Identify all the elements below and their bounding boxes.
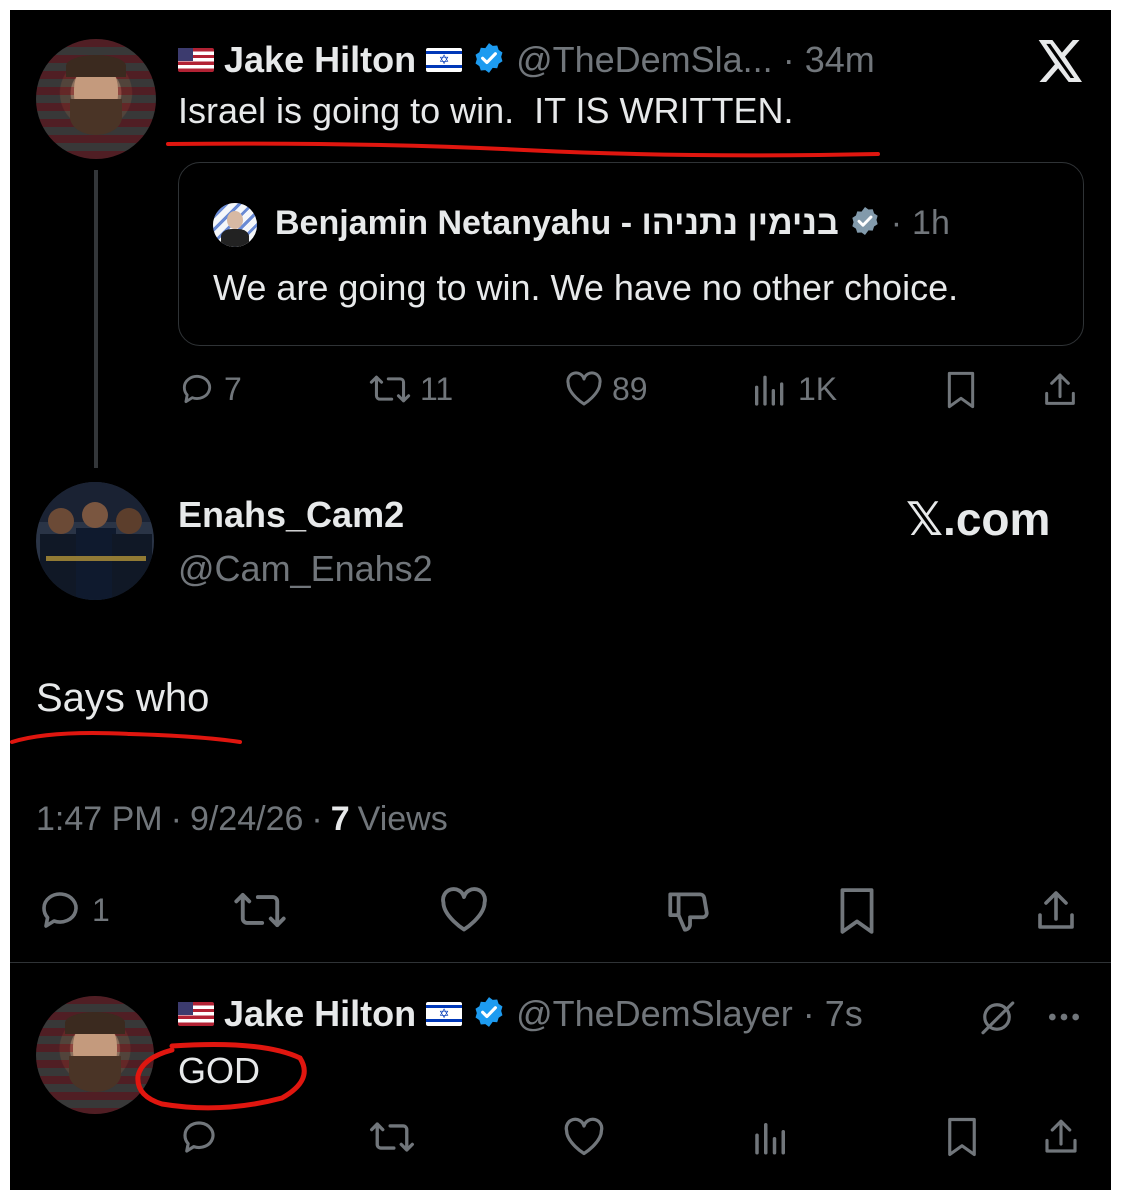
avatar-jake-hilton[interactable] <box>36 39 156 159</box>
red-underline-annotation <box>10 731 242 744</box>
israel-flag-icon <box>426 48 463 72</box>
reply-time[interactable]: 7s <box>825 993 863 1035</box>
separator-dot: · <box>311 800 323 838</box>
reply-header: Jake Hilton @TheDemSlayer · 7s <box>178 992 863 1036</box>
reply-reply-button[interactable] <box>178 1116 220 1158</box>
main-dislike-button[interactable] <box>664 886 714 936</box>
more-icon[interactable] <box>1044 1002 1084 1037</box>
main-views-label: Views <box>357 800 448 838</box>
x-logo-icon[interactable] <box>1038 40 1084 87</box>
main-bookmark-button[interactable] <box>836 886 878 936</box>
repost-icon <box>232 886 288 934</box>
author-name[interactable]: Jake Hilton <box>224 39 416 81</box>
xcom-brand-watermark: 𝕏.com <box>906 493 1051 545</box>
quote-text: We are going to win. We have no other ch… <box>213 267 959 308</box>
divider <box>10 962 1111 963</box>
like-icon <box>562 1116 606 1158</box>
author-handle[interactable]: @TheDemSla... <box>516 39 773 81</box>
reply-count: 7 <box>224 370 242 407</box>
main-tweet-time[interactable]: 1:47 PM <box>36 800 163 839</box>
reply-repost-button[interactable] <box>368 1116 416 1158</box>
screenshot-frame: Jake Hilton @TheDemSla... · 34m Israel i… <box>10 10 1111 1190</box>
quote-time[interactable]: 1h <box>912 204 950 243</box>
like-button[interactable]: 89 <box>564 370 648 408</box>
red-underline-annotation <box>166 141 880 158</box>
bookmark-icon <box>836 886 878 936</box>
separator-dot: · <box>890 203 903 242</box>
reply-icon <box>178 370 216 408</box>
avatar-netanyahu <box>213 203 257 247</box>
views-count: 1K <box>798 370 838 407</box>
main-share-button[interactable] <box>1032 886 1080 936</box>
reply-share-button[interactable] <box>1040 1116 1082 1158</box>
separator-dot: · <box>170 800 182 838</box>
bookmark-icon <box>944 370 978 410</box>
like-icon <box>438 886 490 934</box>
share-icon <box>1040 370 1080 410</box>
tweet1-header: Jake Hilton @TheDemSla... · 34m <box>178 38 875 82</box>
main-tweet-text: Says who <box>36 676 210 720</box>
main-reply-button[interactable]: 1 <box>36 886 110 934</box>
reply-author-name[interactable]: Jake Hilton <box>224 993 416 1035</box>
reply-icon <box>36 886 84 934</box>
tweet-time[interactable]: 34m <box>805 39 875 81</box>
views-icon <box>750 370 790 408</box>
bookmark-icon <box>944 1116 980 1158</box>
views-icon <box>750 1116 792 1158</box>
separator-dot: · <box>802 993 815 1034</box>
repost-button[interactable]: 11 <box>368 370 453 408</box>
separator-dot: · <box>782 39 795 80</box>
main-reply-count: 1 <box>92 891 110 928</box>
us-flag-icon <box>178 1002 214 1026</box>
reply-views-button[interactable] <box>750 1116 792 1158</box>
main-tweet-date[interactable]: 9/24/26 <box>190 800 303 839</box>
repost-count: 11 <box>420 370 454 407</box>
verified-badge-icon <box>472 41 506 80</box>
israel-flag-icon <box>426 1002 463 1026</box>
thread-line <box>94 170 98 468</box>
dislike-icon <box>664 886 714 936</box>
share-button[interactable] <box>1040 370 1080 410</box>
main-repost-button[interactable] <box>232 886 288 934</box>
grok-icon[interactable] <box>976 996 1018 1043</box>
reply-button[interactable]: 7 <box>178 370 242 408</box>
main-views-count: 7 <box>330 800 350 838</box>
tweet1-text: Israel is going to win. IT IS WRITTEN. <box>178 90 794 131</box>
gray-verified-badge-icon <box>849 205 881 242</box>
avatar-enahs-cam2[interactable] <box>36 482 154 600</box>
main-author-handle[interactable]: @Cam_Enahs2 <box>178 548 433 590</box>
main-like-button[interactable] <box>438 886 490 934</box>
like-count: 89 <box>612 370 648 407</box>
quote-author-name[interactable]: Benjamin Netanyahu - בנימין נתניהו <box>275 204 839 243</box>
like-icon <box>564 370 604 408</box>
red-circle-annotation <box>135 1042 307 1111</box>
views-button[interactable]: 1K <box>750 370 837 408</box>
reply-icon <box>178 1116 220 1158</box>
share-icon <box>1040 1116 1082 1158</box>
repost-icon <box>368 1116 416 1158</box>
quote-card[interactable]: Benjamin Netanyahu - בנימין נתניהו · 1h … <box>178 162 1084 346</box>
bookmark-button[interactable] <box>944 370 978 410</box>
main-author-name[interactable]: Enahs_Cam2 <box>178 494 404 536</box>
reply-like-button[interactable] <box>562 1116 606 1158</box>
reply-bookmark-button[interactable] <box>944 1116 980 1158</box>
share-icon <box>1032 886 1080 936</box>
us-flag-icon <box>178 48 214 72</box>
reply-author-handle[interactable]: @TheDemSlayer <box>516 993 793 1035</box>
verified-badge-icon <box>472 995 506 1034</box>
repost-icon <box>368 370 412 408</box>
main-tweet-meta: 1:47 PM · 9/24/26 · 7 Views <box>36 800 448 839</box>
